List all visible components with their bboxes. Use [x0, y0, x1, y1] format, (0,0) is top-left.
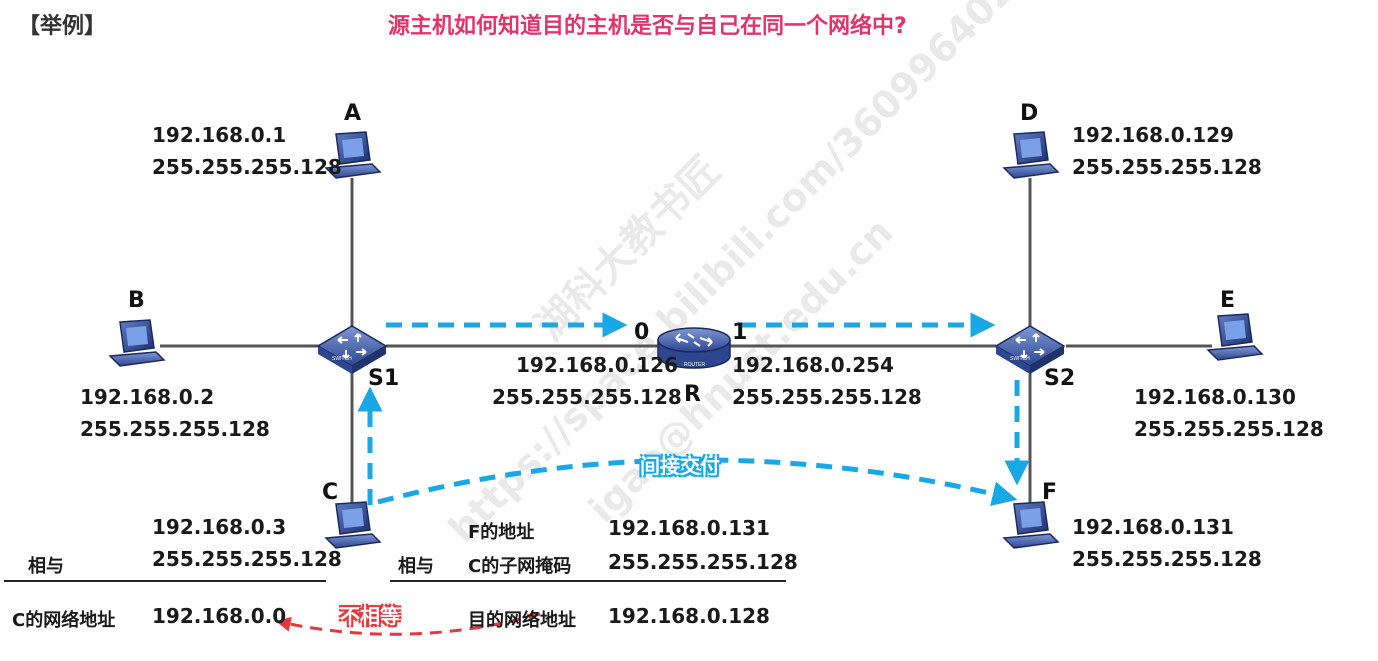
host-a-label: A	[344, 101, 362, 126]
calc-right-mask-value: 255.255.255.128	[608, 550, 798, 574]
example-tag: 【举例】	[18, 14, 107, 39]
host-f-mask: 255.255.255.128	[1072, 547, 1262, 571]
router-port1-label: 1	[732, 320, 748, 345]
host-e-mask: 255.255.255.128	[1134, 417, 1324, 441]
host-d-computer-icon	[1002, 131, 1060, 179]
calc-right-result-value: 192.168.0.128	[608, 604, 770, 628]
calc-right-f-addr-label: F的地址	[468, 522, 535, 543]
calc-left-and-label: 相与	[28, 556, 64, 577]
host-d-mask: 255.255.255.128	[1072, 155, 1262, 179]
host-c-label: C	[322, 480, 339, 505]
host-f-computer-icon	[1002, 501, 1060, 549]
indirect-delivery-label: 间接交付	[640, 454, 720, 478]
router-port0-ip: 192.168.0.126	[516, 353, 678, 377]
host-e-computer-icon	[1206, 313, 1264, 361]
host-c-computer-icon	[324, 501, 382, 549]
calc-left-result-label: C的网络地址	[12, 610, 116, 631]
host-c-mask: 255.255.255.128	[152, 547, 342, 571]
host-b-ip: 192.168.0.2	[80, 385, 215, 409]
calc-right-f-addr-value: 192.168.0.131	[608, 516, 770, 540]
host-b-computer-icon	[108, 319, 166, 367]
switch-s1-label: S1	[368, 366, 400, 391]
router-port0-mask: 255.255.255.128	[492, 385, 682, 409]
host-d-label: D	[1020, 101, 1039, 126]
calc-right-and-label: 相与	[398, 556, 434, 577]
host-f-label: F	[1042, 480, 1058, 505]
host-a-mask: 255.255.255.128	[152, 155, 342, 179]
switch-s2-label: S2	[1044, 366, 1076, 391]
s2-badge: SWITCH	[1010, 356, 1030, 362]
calc-left-divider	[4, 580, 326, 582]
host-a-ip: 192.168.0.1	[152, 123, 287, 147]
calc-right-mask-label: C的子网掩码	[468, 556, 572, 577]
host-b-mask: 255.255.255.128	[80, 417, 270, 441]
calc-right-divider	[390, 580, 786, 582]
router-port1-mask: 255.255.255.128	[732, 385, 922, 409]
s1-badge: SWITCH	[332, 356, 352, 362]
host-b-label: B	[128, 288, 145, 313]
router-label: R	[684, 382, 701, 407]
host-e-ip: 192.168.0.130	[1134, 385, 1296, 409]
calc-left-result-value: 192.168.0.0	[152, 604, 287, 628]
page-title: 源主机如何知道目的主机是否与自己在同一个网络中?	[388, 14, 907, 39]
router-port0-label: 0	[634, 320, 650, 345]
calc-right-result-label: 目的网络地址	[468, 610, 576, 631]
host-c-ip: 192.168.0.3	[152, 515, 287, 539]
unequal-label: 不相等	[340, 604, 400, 628]
host-e-label: E	[1220, 288, 1236, 313]
router-port1-ip: 192.168.0.254	[732, 353, 894, 377]
host-f-ip: 192.168.0.131	[1072, 515, 1234, 539]
host-d-ip: 192.168.0.129	[1072, 123, 1234, 147]
router-badge: ROUTER	[684, 362, 706, 368]
